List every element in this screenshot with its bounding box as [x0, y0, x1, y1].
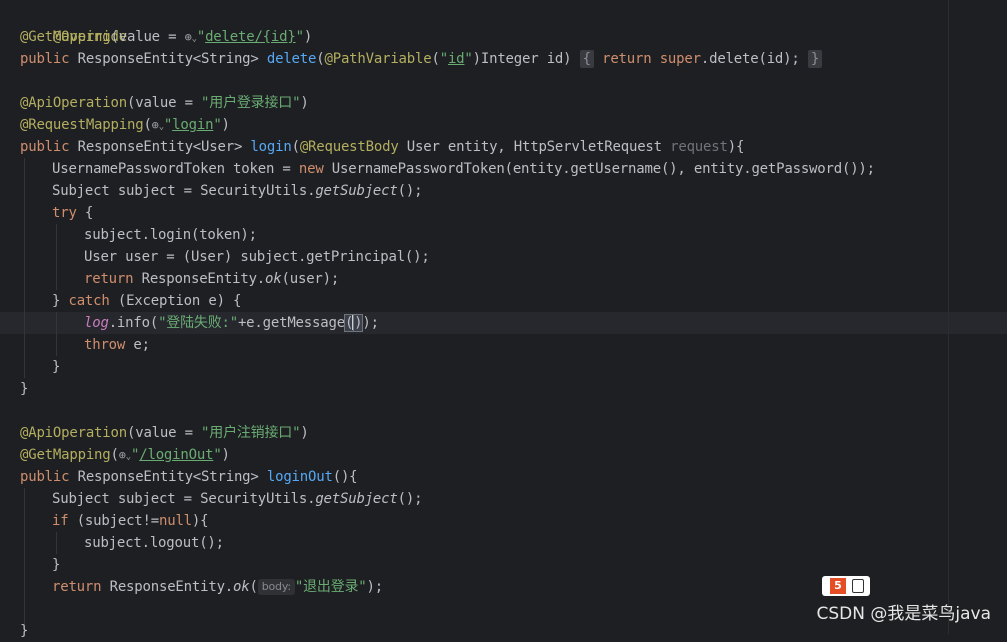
code-line[interactable]: public ResponseEntity<User> login(@Reque…: [20, 136, 744, 158]
code-line[interactable]: User user = (User) subject.getPrincipal(…: [84, 246, 430, 268]
code-line[interactable]: return ResponseEntity.ok(user);: [84, 268, 339, 290]
code-line[interactable]: if (subject!=null){: [52, 510, 209, 532]
endpoint-link[interactable]: login: [172, 117, 213, 133]
code-editor[interactable]: @Override @GetMapping(value = ⊕⌄"delete/…: [0, 0, 1007, 639]
code-line[interactable]: } catch (Exception e) {: [52, 290, 241, 312]
code-line-current[interactable]: log.info("登陆失败:"+e.getMessage());: [84, 312, 379, 334]
code-line[interactable]: }: [52, 356, 60, 378]
window-icon: [852, 579, 864, 593]
code-line[interactable]: @RequestMapping(⊕⌄"login"): [20, 114, 230, 136]
method-name: delete: [266, 51, 317, 67]
indent-guide: [56, 224, 57, 290]
code-line[interactable]: }: [20, 620, 28, 642]
annotation: @GetMapping: [20, 29, 111, 45]
globe-icon[interactable]: ⊕: [152, 118, 159, 132]
code-line[interactable]: public ResponseEntity<String> loginOut()…: [20, 466, 358, 488]
code-line[interactable]: subject.login(token);: [84, 224, 257, 246]
method-name: loginOut: [266, 469, 333, 485]
code-line[interactable]: subject.logout();: [84, 532, 224, 554]
code-line[interactable]: @ApiOperation(value = "用户注销接口"): [20, 422, 309, 444]
right-margin-guide: [948, 0, 949, 634]
code-line[interactable]: UsernamePasswordToken token = new Userna…: [52, 158, 875, 180]
html5-icon: 5: [830, 578, 846, 594]
code-line[interactable]: return ResponseEntity.ok(body: "退出登录");: [52, 576, 383, 598]
html5-badge-icon[interactable]: 5: [822, 576, 870, 596]
code-line[interactable]: @GetMapping(⊕⌄"/loginOut"): [20, 444, 230, 466]
method-name: login: [250, 139, 292, 155]
folded-region-close[interactable]: }: [807, 50, 823, 68]
indent-guide: [24, 488, 25, 628]
code-line[interactable]: Subject subject = SecurityUtils.getSubje…: [52, 488, 423, 510]
endpoint-link[interactable]: /loginOut: [139, 447, 213, 463]
indent-guide: [56, 532, 57, 554]
globe-icon[interactable]: ⊕: [119, 448, 126, 462]
code-line[interactable]: Subject subject = SecurityUtils.getSubje…: [52, 180, 423, 202]
endpoint-link[interactable]: delete/{id}: [205, 29, 296, 45]
indent-guide: [24, 158, 25, 378]
code-line[interactable]: @GetMapping(value = ⊕⌄"delete/{id}"): [20, 26, 312, 48]
code-line[interactable]: @ApiOperation(value = "用户登录接口"): [20, 92, 309, 114]
code-line[interactable]: }: [52, 554, 60, 576]
folded-region-open[interactable]: {: [579, 50, 594, 68]
code-line[interactable]: @Override: [20, 4, 127, 45]
watermark: CSDN @我是菜鸟java: [816, 604, 992, 624]
globe-icon[interactable]: ⊕: [185, 30, 192, 44]
indent-guide: [56, 312, 57, 356]
code-line[interactable]: throw e;: [84, 334, 150, 356]
path-var-link[interactable]: id: [448, 51, 465, 67]
code-line[interactable]: }: [20, 378, 28, 400]
parameter-hint: body:: [257, 579, 295, 595]
code-line[interactable]: public ResponseEntity<String> delete(@Pa…: [20, 48, 823, 70]
code-line[interactable]: try {: [52, 202, 93, 224]
